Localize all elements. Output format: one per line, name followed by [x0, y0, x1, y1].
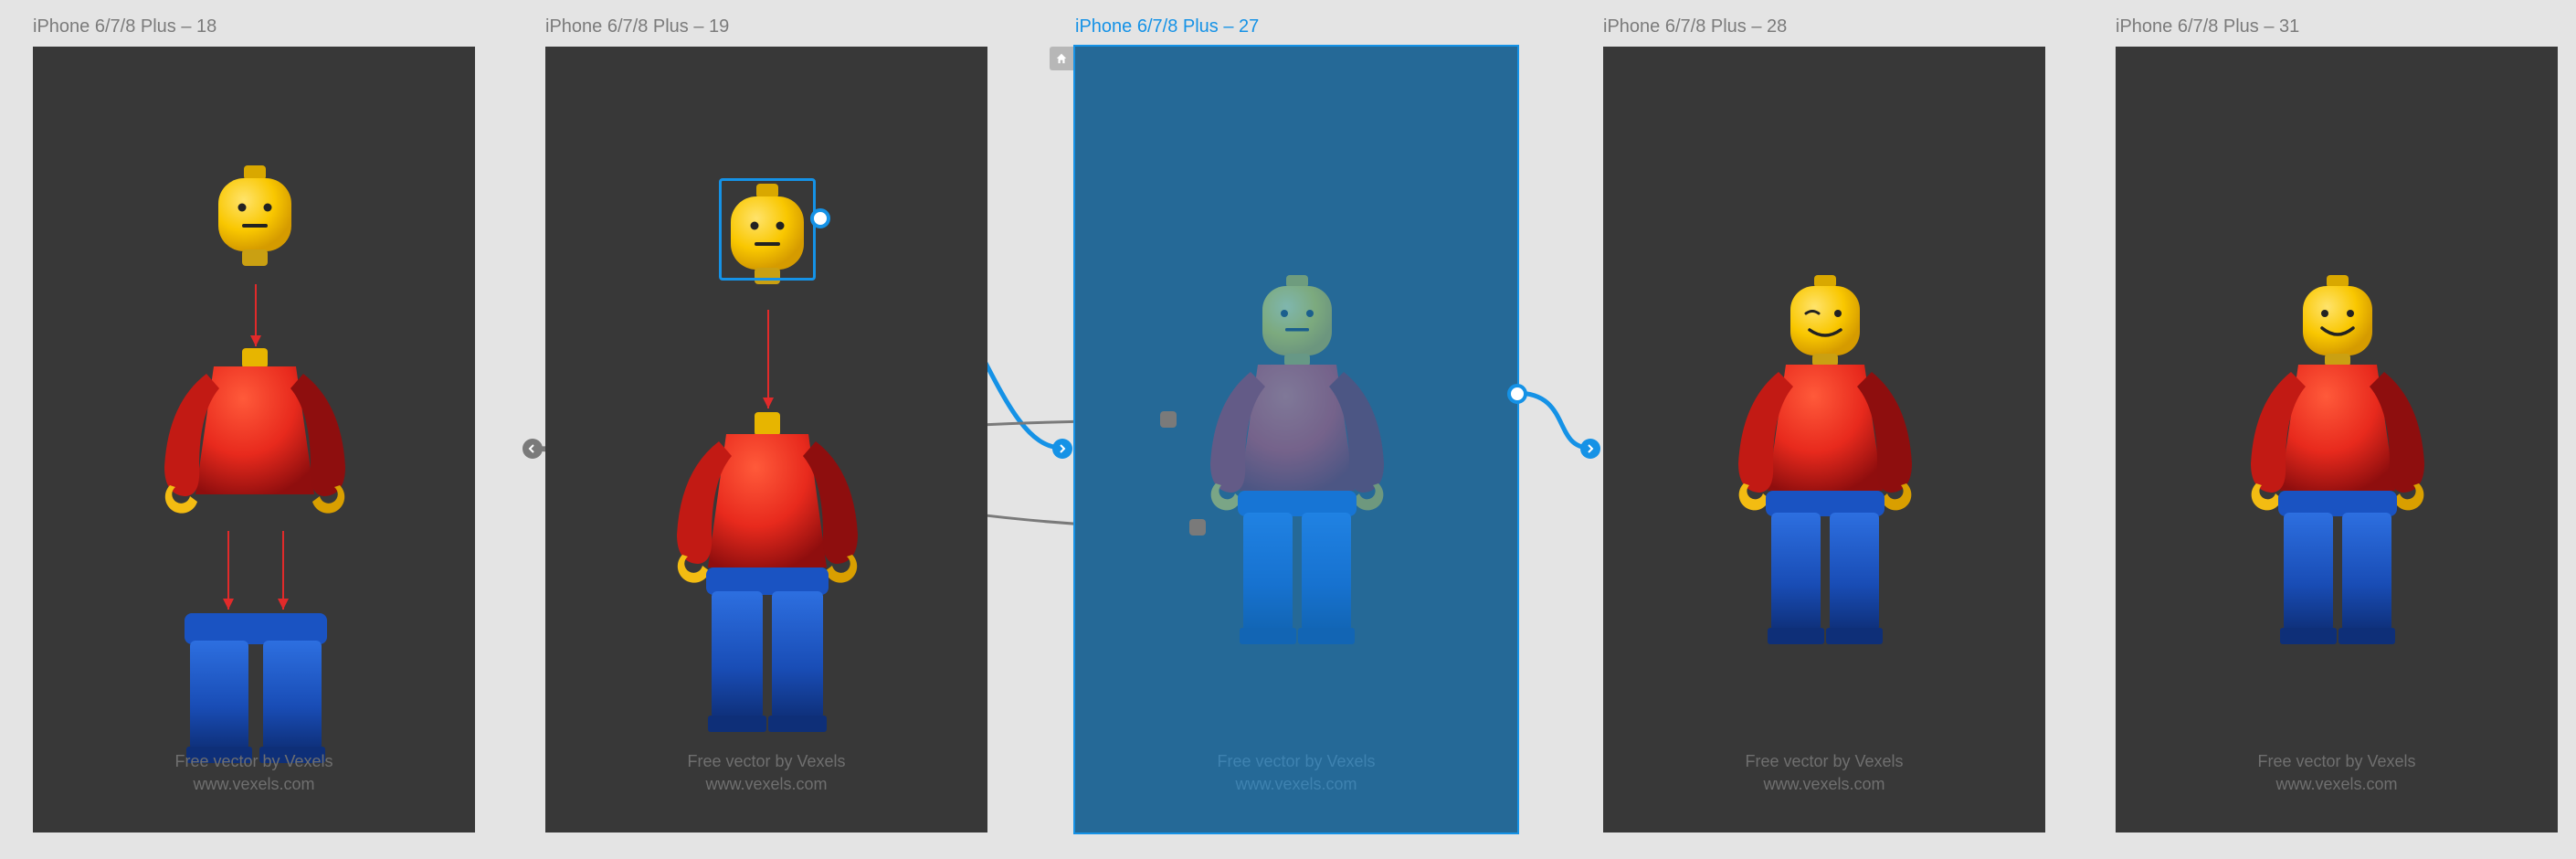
artboard-label[interactable]: iPhone 6/7/8 Plus – 27 [1075, 16, 1517, 37]
prototype-destination-node[interactable] [1580, 439, 1600, 459]
prototype-canvas[interactable]: iPhone 6/7/8 Plus – 18 [0, 0, 2576, 859]
lego-figure-icon [1722, 275, 1928, 668]
artboard[interactable]: Free vector by Vexelswww.vexels.com [33, 47, 475, 832]
lego-figure-icon [1194, 275, 1400, 668]
artboard-group: iPhone 6/7/8 Plus – 18 [33, 16, 475, 832]
artboard-label[interactable]: iPhone 6/7/8 Plus – 18 [33, 16, 475, 37]
artboard[interactable]: Free vector by Vexelswww.vexels.com [2116, 47, 2558, 832]
artboard-label[interactable]: iPhone 6/7/8 Plus – 28 [1603, 16, 2045, 37]
home-icon [1055, 52, 1068, 65]
prototype-origin-node[interactable] [1189, 519, 1206, 536]
credit-text: Free vector by Vexelswww.vexels.com [2116, 750, 2558, 796]
lego-figure-icon [2234, 275, 2441, 668]
artboard-group: iPhone 6/7/8 Plus – 28 [1603, 16, 2045, 832]
artboard-group: iPhone 6/7/8 Plus – 19 [545, 16, 987, 832]
assembly-arrows-icon [545, 47, 987, 832]
prototype-back-node[interactable] [523, 439, 543, 459]
artboard-label[interactable]: iPhone 6/7/8 Plus – 19 [545, 16, 987, 37]
credit-text: Free vector by Vexelswww.vexels.com [1075, 750, 1517, 796]
artboard-label[interactable]: iPhone 6/7/8 Plus – 31 [2116, 16, 2558, 37]
prototype-destination-node[interactable] [1052, 439, 1072, 459]
artboard[interactable]: Free vector by Vexelswww.vexels.com [1075, 47, 1517, 832]
artboard[interactable]: Free vector by Vexelswww.vexels.com [1603, 47, 2045, 832]
home-artboard-badge[interactable] [1050, 47, 1073, 70]
assembly-arrows-icon [33, 47, 475, 832]
prototype-origin-node[interactable] [810, 208, 830, 228]
credit-text: Free vector by Vexelswww.vexels.com [1603, 750, 2045, 796]
prototype-origin-node[interactable] [1160, 411, 1177, 428]
artboard[interactable]: Free vector by Vexelswww.vexels.com [545, 47, 987, 832]
prototype-origin-node[interactable] [1507, 384, 1527, 404]
artboard-group: iPhone 6/7/8 Plus – 27 [1075, 16, 1517, 832]
artboard-group: iPhone 6/7/8 Plus – 31 [2116, 16, 2558, 832]
